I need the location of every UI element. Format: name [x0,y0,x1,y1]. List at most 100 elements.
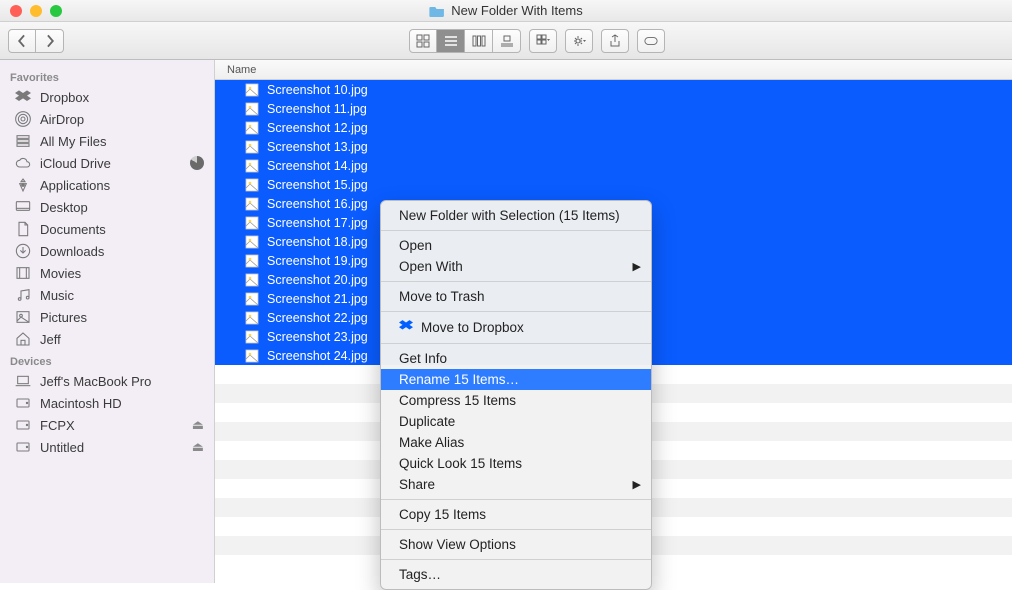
menu-item-label: Move to Dropbox [421,320,524,335]
sidebar-item-macintosh-hd[interactable]: Macintosh HD [0,392,214,414]
menu-item-show-view-options[interactable]: Show View Options [381,534,651,555]
image-file-icon [245,292,259,306]
column-header-name: Name [227,64,256,76]
menu-item-move-to-trash[interactable]: Move to Trash [381,286,651,307]
menu-item-label: Tags… [399,567,441,582]
forward-button[interactable] [36,29,64,53]
menu-item-tags[interactable]: Tags… [381,564,651,585]
sidebar-item-label: Dropbox [40,90,89,105]
arrange-button[interactable] [529,29,557,53]
context-menu: New Folder with Selection (15 Items) Open… [380,200,652,590]
file-name: Screenshot 19.jpg [267,254,368,268]
menu-item-share[interactable]: Share ▶ [381,474,651,495]
sidebar-item-desktop[interactable]: Desktop [0,196,214,218]
file-row[interactable]: Screenshot 15.jpg [215,175,1012,194]
file-row[interactable]: Screenshot 11.jpg [215,99,1012,118]
menu-separator [381,230,651,231]
menu-item-copy-15-items[interactable]: Copy 15 Items [381,504,651,525]
sidebar-item-label: All My Files [40,134,106,149]
share-button[interactable] [601,29,629,53]
sidebar-item-pictures[interactable]: Pictures [0,306,214,328]
zoom-icon[interactable] [50,5,62,17]
image-file-icon [245,311,259,325]
sidebar-item-dropbox[interactable]: Dropbox [0,86,214,108]
menu-item-open[interactable]: Open [381,235,651,256]
sidebar-item-label: FCPX [40,418,75,433]
sidebar-item-documents[interactable]: Documents [0,218,214,240]
menu-item-new-folder-with-selection-15-items[interactable]: New Folder with Selection (15 Items) [381,205,651,226]
view-icon-button[interactable] [409,29,437,53]
image-file-icon [245,273,259,287]
sidebar-item-jeff-s-macbook-pro[interactable]: Jeff's MacBook Pro [0,370,214,392]
action-button[interactable] [565,29,593,53]
menu-item-duplicate[interactable]: Duplicate [381,411,651,432]
image-file-icon [245,121,259,135]
file-row[interactable]: Screenshot 14.jpg [215,156,1012,175]
sidebar-item-jeff[interactable]: Jeff [0,328,214,350]
file-name: Screenshot 10.jpg [267,83,368,97]
view-column-button[interactable] [465,29,493,53]
allfiles-icon [14,133,32,149]
file-name: Screenshot 11.jpg [267,102,367,116]
menu-item-label: Share [399,477,435,492]
view-list-button[interactable] [437,29,465,53]
image-file-icon [245,140,259,154]
view-mode-group [409,29,521,53]
tag-icon [644,34,658,48]
menu-item-label: Open [399,238,432,253]
menu-item-label: Get Info [399,351,447,366]
column-header[interactable]: Name [215,60,1012,80]
sidebar-item-music[interactable]: Music [0,284,214,306]
image-file-icon [245,159,259,173]
file-row[interactable]: Screenshot 10.jpg [215,80,1012,99]
image-file-icon [245,235,259,249]
close-icon[interactable] [10,5,22,17]
image-file-icon [245,254,259,268]
menu-separator [381,529,651,530]
tags-button[interactable] [637,29,665,53]
hdd-icon [14,417,32,433]
sidebar-item-downloads[interactable]: Downloads [0,240,214,262]
menu-item-move-to-dropbox[interactable]: Move to Dropbox [381,316,651,339]
file-name: Screenshot 13.jpg [267,140,368,154]
sidebar-item-label: Jeff [40,332,61,347]
dropbox-icon [14,89,32,105]
grid-icon [416,34,430,48]
file-name: Screenshot 18.jpg [267,235,368,249]
sidebar-heading: Devices [0,350,214,370]
view-coverflow-button[interactable] [493,29,521,53]
sidebar-item-all-my-files[interactable]: All My Files [0,130,214,152]
file-row[interactable]: Screenshot 12.jpg [215,118,1012,137]
sidebar-item-label: Desktop [40,200,88,215]
menu-item-make-alias[interactable]: Make Alias [381,432,651,453]
window-title: New Folder With Items [429,3,582,18]
sidebar-item-applications[interactable]: Applications [0,174,214,196]
sidebar-item-label: Pictures [40,310,87,325]
sidebar-item-movies[interactable]: Movies [0,262,214,284]
menu-item-label: Rename 15 Items… [399,372,519,387]
pictures-icon [14,309,32,325]
file-row[interactable]: Screenshot 13.jpg [215,137,1012,156]
image-file-icon [245,216,259,230]
menu-item-open-with[interactable]: Open With▶ [381,256,651,277]
minimize-icon[interactable] [30,5,42,17]
eject-icon[interactable]: ⏏ [192,417,204,433]
menu-item-compress-15-items[interactable]: Compress 15 Items [381,390,651,411]
menu-item-quick-look-15-items[interactable]: Quick Look 15 Items [381,453,651,474]
list-icon [444,34,458,48]
back-button[interactable] [8,29,36,53]
menu-item-rename-15-items[interactable]: Rename 15 Items… [381,369,651,390]
window-title-text: New Folder With Items [451,3,582,18]
sidebar-item-label: AirDrop [40,112,84,127]
airdrop-icon [14,111,32,127]
sidebar-item-untitled[interactable]: Untitled⏏ [0,436,214,458]
menu-item-get-info[interactable]: Get Info [381,348,651,369]
file-name: Screenshot 20.jpg [267,273,368,287]
sidebar-item-icloud-drive[interactable]: iCloud Drive [0,152,214,174]
submenu-arrow-icon: ▶ [633,478,641,491]
sidebar-item-fcpx[interactable]: FCPX ⏏ [0,414,214,436]
sidebar-item-airdrop[interactable]: AirDrop [0,108,214,130]
folder-icon [429,4,445,18]
eject-icon[interactable]: ⏏ [192,439,204,455]
menu-item-label: Move to Trash [399,289,485,304]
